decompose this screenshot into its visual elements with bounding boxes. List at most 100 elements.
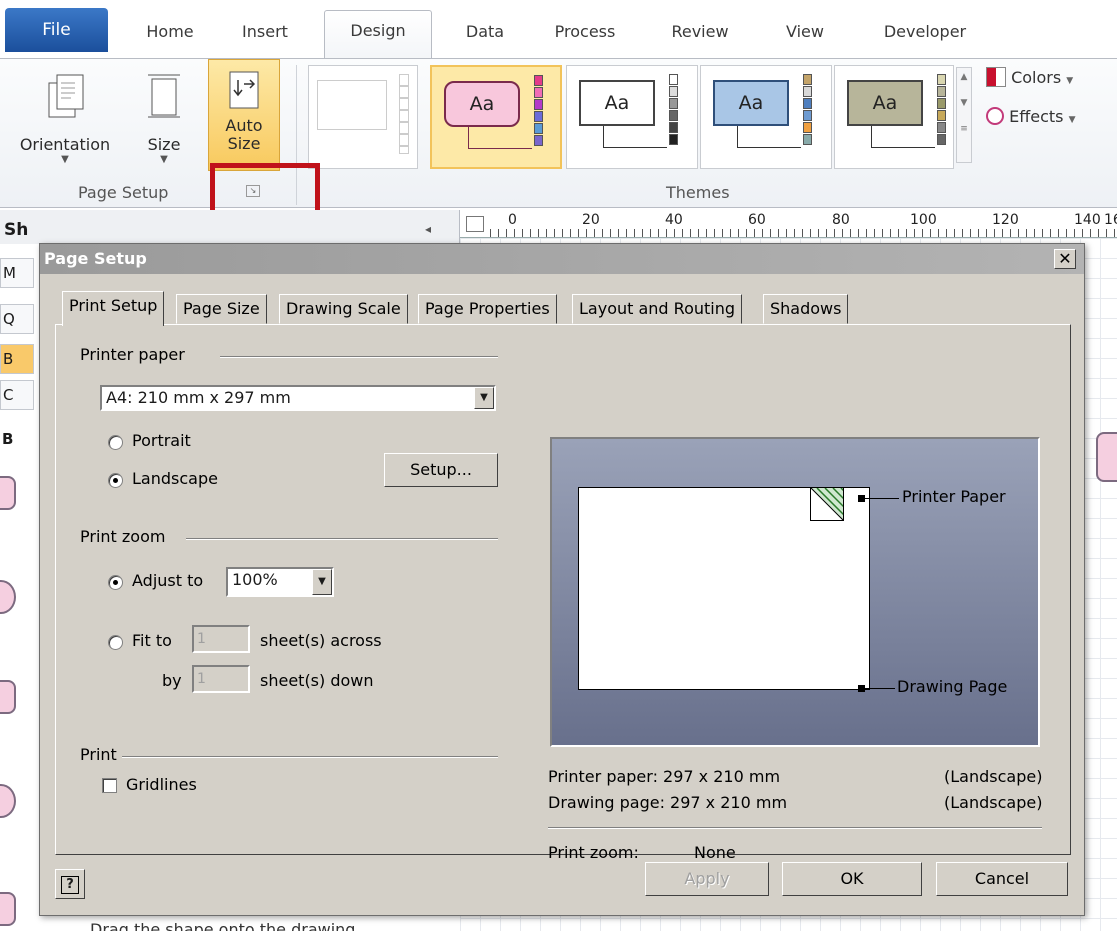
stencil-shape[interactable]	[0, 784, 16, 818]
scroll-down-icon[interactable]: ▼	[957, 98, 971, 108]
sheets-down-input[interactable]: 1	[192, 665, 250, 693]
info-divider	[548, 827, 1042, 829]
tab-drawing-scale[interactable]: Drawing Scale	[279, 294, 408, 324]
theme-swatch	[669, 98, 678, 109]
paper-corner-hatch	[811, 488, 843, 520]
tab-view[interactable]: View	[770, 12, 840, 52]
theme-selected[interactable]: Aa	[430, 65, 562, 169]
gridlines-checkbox[interactable]	[102, 778, 117, 793]
gridlines-label: Gridlines	[126, 775, 197, 794]
theme-olive[interactable]: Aa	[834, 65, 954, 169]
cancel-button[interactable]: Cancel	[936, 862, 1068, 896]
orientation-label: Orientation	[19, 135, 111, 154]
ruler-tick-label: 40	[665, 212, 683, 228]
tab-insert[interactable]: Insert	[225, 12, 305, 52]
stencil-shape[interactable]	[0, 476, 16, 510]
ruler-tick-label: 120	[992, 212, 1019, 228]
portrait-radio[interactable]	[108, 435, 123, 450]
stencil-hint: Drag the shape onto the drawing	[90, 920, 356, 931]
theme-aa-label: Aa	[579, 80, 655, 126]
canvas-shape[interactable]	[1096, 432, 1117, 482]
chevron-down-icon: ▼	[61, 154, 69, 165]
tab-developer[interactable]: Developer	[870, 12, 980, 52]
printer-paper-group-label: Printer paper	[80, 345, 185, 364]
theme-connector	[603, 126, 667, 148]
stencil-button[interactable]: B	[0, 344, 34, 374]
print-setup-panel: Printer paper A4: 210 mm x 297 mm ▼ Port…	[55, 324, 1071, 862]
ruler-tick-label: 20	[582, 212, 600, 228]
paper-size-select[interactable]: A4: 210 mm x 297 mm ▼	[100, 385, 496, 411]
landscape-radio[interactable]	[108, 473, 123, 488]
dialog-title-bar[interactable]: Page Setup ✕	[40, 244, 1084, 274]
tab-layout-routing[interactable]: Layout and Routing	[572, 294, 743, 324]
tab-review[interactable]: Review	[660, 12, 740, 52]
tab-design[interactable]: Design	[324, 10, 432, 60]
tab-shadows[interactable]: Shadows	[763, 294, 849, 324]
theme-aa-label: Aa	[713, 80, 789, 126]
theme-blue[interactable]: Aa	[700, 65, 832, 169]
ruler-tick-label: 0	[508, 212, 517, 228]
chevron-down-icon[interactable]: ▼	[474, 387, 494, 409]
theme-swatch	[803, 74, 812, 85]
paper-size-value: A4: 210 mm x 297 mm	[106, 388, 291, 407]
page-size-icon	[148, 74, 180, 118]
ruler-tick-label: 140	[1074, 212, 1101, 228]
tab-process[interactable]: Process	[540, 12, 630, 52]
more-icon[interactable]: ≡	[957, 124, 971, 134]
effects-button[interactable]: Effects ▼	[986, 107, 1076, 126]
shapes-panel-header: Sh ◂	[0, 210, 460, 244]
ribbon: Orientation ▼ Size ▼ Auto Size Page Setu…	[0, 58, 1117, 208]
zoom-value: 100%	[232, 570, 278, 589]
effects-label: Effects	[1009, 107, 1064, 126]
zoom-select[interactable]: 100% ▼	[226, 567, 334, 597]
theme-office[interactable]	[308, 65, 418, 169]
orientation-icon	[48, 74, 84, 118]
ok-button[interactable]: OK	[782, 862, 922, 896]
theme-white[interactable]: Aa	[566, 65, 698, 169]
auto-size-button[interactable]: Auto Size	[208, 59, 280, 171]
setup-button[interactable]: Setup...	[384, 453, 498, 487]
ruler-tick-label: 100	[910, 212, 937, 228]
tab-data[interactable]: Data	[450, 12, 520, 52]
themes-group-label: Themes	[666, 183, 730, 202]
printer-paper-callout: Printer Paper	[902, 487, 1006, 506]
print-zoom-info-value: None	[694, 843, 736, 862]
theme-swatch	[937, 122, 946, 133]
stencil-shape[interactable]	[0, 580, 16, 614]
scroll-up-icon[interactable]: ▲	[957, 72, 971, 82]
drawing-page-callout: Drawing Page	[897, 677, 1008, 696]
fit-to-radio[interactable]	[108, 635, 123, 650]
stencil-shape[interactable]	[0, 892, 16, 926]
close-icon[interactable]: ✕	[1054, 249, 1076, 269]
stencil-shape[interactable]	[0, 680, 16, 714]
stencil-button[interactable]: M	[0, 258, 34, 288]
theme-gallery-scroll[interactable]: ▲ ▼ ≡	[956, 67, 972, 163]
help-button[interactable]: ?	[55, 869, 85, 899]
theme-swatches	[399, 74, 409, 154]
stencil-button[interactable]: C	[0, 380, 34, 410]
tab-home[interactable]: Home	[130, 12, 210, 52]
orientation-button[interactable]: Orientation ▼	[0, 71, 130, 165]
ruler-tick-label: 60	[748, 212, 766, 228]
tab-print-setup[interactable]: Print Setup	[62, 291, 165, 326]
theme-aa-label: Aa	[444, 81, 520, 127]
tab-file[interactable]: File	[5, 8, 108, 52]
ruler-tick-label: 16	[1104, 212, 1117, 228]
help-icon: ?	[61, 876, 79, 894]
stencil-button[interactable]: Q	[0, 304, 34, 334]
colors-button[interactable]: Colors ▼	[986, 67, 1073, 87]
tab-page-properties[interactable]: Page Properties	[418, 294, 557, 324]
size-button[interactable]: Size ▼	[136, 71, 192, 165]
printer-paper-orientation: (Landscape)	[944, 767, 1043, 786]
theme-swatch	[803, 134, 812, 145]
chevron-down-icon[interactable]: ▼	[312, 569, 332, 595]
theme-swatch	[534, 111, 543, 122]
theme-swatch	[669, 74, 678, 85]
pin-icon[interactable]: ◂	[425, 222, 431, 236]
ruler-origin-icon[interactable]	[466, 216, 484, 232]
apply-button[interactable]: Apply	[645, 862, 769, 896]
sheets-across-input[interactable]: 1	[192, 625, 250, 653]
adjust-to-radio[interactable]	[108, 575, 123, 590]
leader-line	[865, 688, 895, 689]
tab-page-size[interactable]: Page Size	[176, 294, 267, 324]
